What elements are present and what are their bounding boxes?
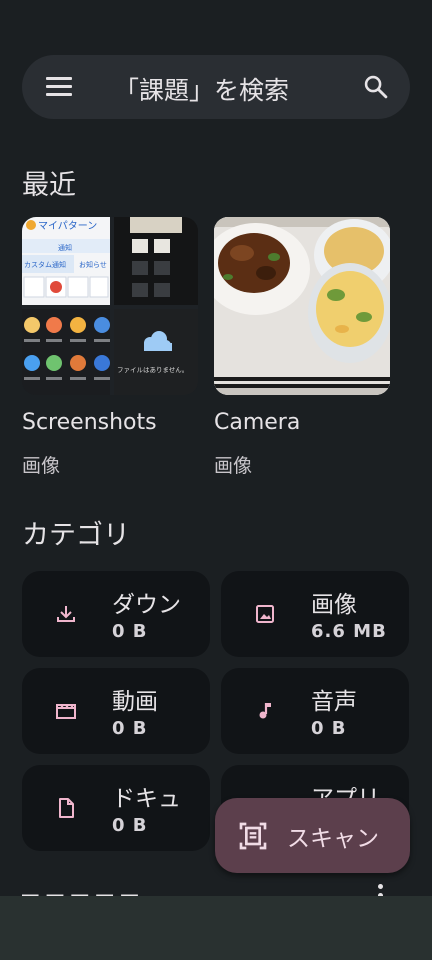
categories-heading: カテゴリ: [22, 520, 130, 551]
download-icon: [57, 606, 75, 622]
music-note-icon: [259, 703, 271, 719]
recent-heading: 最近: [22, 170, 76, 201]
category-name: ダウン: [112, 592, 181, 618]
thumb-empty-text: ファイルはありません。: [117, 366, 188, 374]
collections-heading-peek: ━ ━ ━ ━ ━: [22, 883, 138, 896]
thumb-header-text: マイパターン: [38, 220, 97, 232]
thumb-notice-text: 通知: [58, 243, 72, 252]
camera-label[interactable]: Camera: [214, 410, 300, 435]
category-name: ドキュ: [112, 786, 181, 812]
screenshots-thumbnail: マイパターン 通知 カスタム通知 お知らせ ファイルはありません。: [22, 217, 198, 395]
hamburger-menu-icon[interactable]: [46, 77, 72, 97]
scan-button[interactable]: スキャン: [215, 798, 410, 873]
category-size: 0 B: [311, 718, 347, 739]
document-scanner-icon: [239, 822, 267, 850]
thumb-custom-notice-text: カスタム通知: [24, 260, 66, 269]
search-bar-title[interactable]: 「課題」を検索: [114, 71, 289, 107]
recent-tile-camera[interactable]: [214, 217, 390, 395]
bottom-bar: [0, 896, 432, 960]
screenshots-subtitle: 画像: [22, 455, 61, 477]
category-images[interactable]: 画像 6.6 MB: [221, 571, 409, 657]
screenshots-label[interactable]: Screenshots: [22, 410, 157, 435]
category-documents[interactable]: ドキュ 0 B: [22, 765, 210, 851]
document-icon: [59, 798, 74, 818]
category-size: 0 B: [112, 718, 148, 739]
search-icon[interactable]: [362, 73, 390, 101]
category-size: 0 B: [112, 815, 148, 836]
camera-thumbnail: [214, 217, 390, 395]
search-bar[interactable]: 「課題」を検索: [22, 55, 410, 119]
thumb-info-text: お知らせ: [79, 260, 107, 269]
scan-button-label: スキャン: [287, 826, 379, 852]
category-size: 6.6 MB: [311, 621, 387, 642]
image-icon: [256, 605, 274, 623]
camera-subtitle: 画像: [214, 455, 253, 477]
category-name: 音声: [311, 689, 357, 715]
category-name: 動画: [112, 689, 158, 715]
more-options-icon[interactable]: [378, 884, 384, 896]
category-downloads[interactable]: ダウン 0 B: [22, 571, 210, 657]
recent-tile-screenshots[interactable]: マイパターン 通知 カスタム通知 お知らせ ファイルはありません。: [22, 217, 198, 395]
category-size: 0 B: [112, 621, 148, 642]
category-videos[interactable]: 動画 0 B: [22, 668, 210, 754]
category-name: 画像: [311, 592, 357, 618]
category-audio[interactable]: 音声 0 B: [221, 668, 409, 754]
movie-icon: [56, 704, 76, 719]
